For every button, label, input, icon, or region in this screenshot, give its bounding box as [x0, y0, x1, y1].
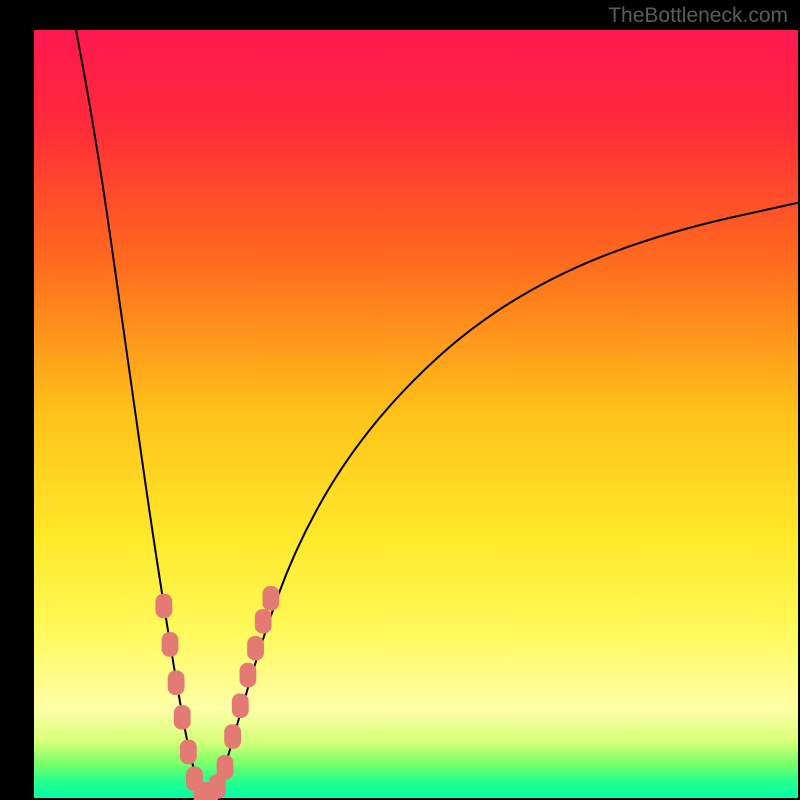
curve-marker — [168, 671, 185, 696]
curve-marker — [247, 636, 264, 661]
curve-marker — [232, 694, 249, 719]
bottleneck-chart — [0, 0, 800, 800]
curve-marker — [162, 632, 179, 657]
curve-marker — [174, 705, 191, 730]
curve-marker — [224, 724, 241, 749]
watermark-text: TheBottleneck.com — [608, 4, 788, 28]
curve-marker — [155, 594, 172, 619]
curve-marker — [180, 740, 197, 765]
curve-marker — [255, 609, 272, 634]
plot-area — [34, 30, 798, 798]
curve-marker — [217, 755, 234, 780]
curve-marker — [240, 663, 257, 688]
curve-marker — [262, 586, 279, 611]
